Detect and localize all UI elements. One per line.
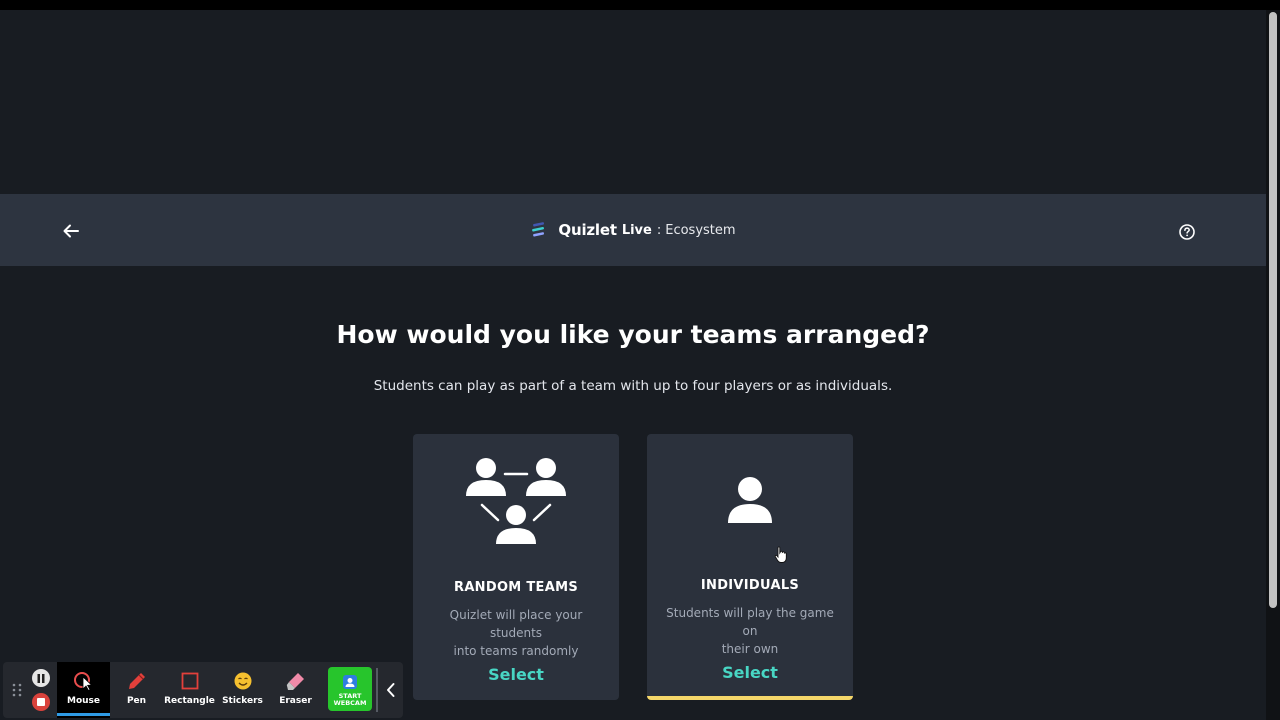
header-bar: Quizlet Live : Ecosystem [0,194,1266,266]
card-description: Students will play the game on their own [657,604,843,658]
mouse-tool-button[interactable]: Mouse [57,662,110,718]
tool-label: Mouse [66,696,100,706]
help-icon [1179,224,1195,240]
page-subtitle: Students can play as part of a team with… [373,378,893,394]
scrollbar-thumb[interactable] [1269,12,1277,608]
select-random-teams-button[interactable]: Select [413,665,619,684]
recording-controls [30,668,54,712]
rectangle-icon [181,672,198,690]
webcam-label: START WEBCAM [328,693,372,707]
card-title: RANDOM TEAMS [454,580,578,595]
app-viewport: Quizlet Live : Ecosystem How would you l… [0,10,1266,720]
pause-icon [37,673,45,683]
webcam-icon [343,675,357,689]
collapse-toolbar-button[interactable] [381,678,401,702]
help-button[interactable] [1178,223,1196,241]
card-description: Quizlet will place your students into te… [423,606,609,660]
quizlet-live-logo-icon [532,222,545,237]
drag-handle-icon[interactable] [11,682,23,698]
card-description-line: into teams randomly [453,644,579,658]
study-set-name: Ecosystem [665,222,736,238]
tool-label: Eraser [279,696,312,706]
card-description-line: Quizlet will place your students [449,608,583,640]
tool-label: Stickers [222,696,263,706]
toolbar-divider [376,668,378,712]
hand-cursor-icon [774,546,787,563]
card-description-line: their own [721,642,779,656]
pen-icon [128,673,145,689]
brand-separator: : [656,222,662,238]
eraser-icon [286,673,304,690]
screen-recorder-toolbar: Mouse Pen Rectangle Stickers Eraser STAR… [3,662,403,718]
stop-icon [37,698,45,706]
page-title: How would you like your teams arranged? [336,320,930,349]
stop-recording-button[interactable] [32,693,50,711]
pen-tool-button[interactable]: Pen [110,662,163,718]
tool-label: Pen [126,696,147,706]
pause-recording-button[interactable] [32,669,50,687]
tool-label: Rectangle [164,696,215,706]
rectangle-tool-button[interactable]: Rectangle [163,662,216,718]
team-icon [466,458,566,544]
random-teams-card[interactable]: RANDOM TEAMS Quizlet will place your stu… [413,434,619,700]
card-description-line: Students will play the game on [666,606,834,638]
page-scrollbar[interactable] [1266,10,1280,720]
individuals-card[interactable]: INDIVIDUALS Students will play the game … [647,434,853,700]
card-title: INDIVIDUALS [700,578,800,593]
eraser-tool-button[interactable]: Eraser [269,662,322,718]
webcam-label-line: WEBCAM [333,699,367,707]
mouse-pointer-icon [73,672,92,691]
select-individuals-button[interactable]: Select [647,663,853,682]
brand-title: Quizlet Live : Ecosystem [0,194,1266,266]
brand-name: Quizlet [558,221,617,239]
start-webcam-button[interactable]: START WEBCAM [328,667,372,711]
sticker-icon [234,672,251,690]
brand-product: Live [621,222,652,238]
chevron-left-icon [387,683,395,697]
stickers-tool-button[interactable]: Stickers [216,662,269,718]
person-icon [728,477,772,523]
